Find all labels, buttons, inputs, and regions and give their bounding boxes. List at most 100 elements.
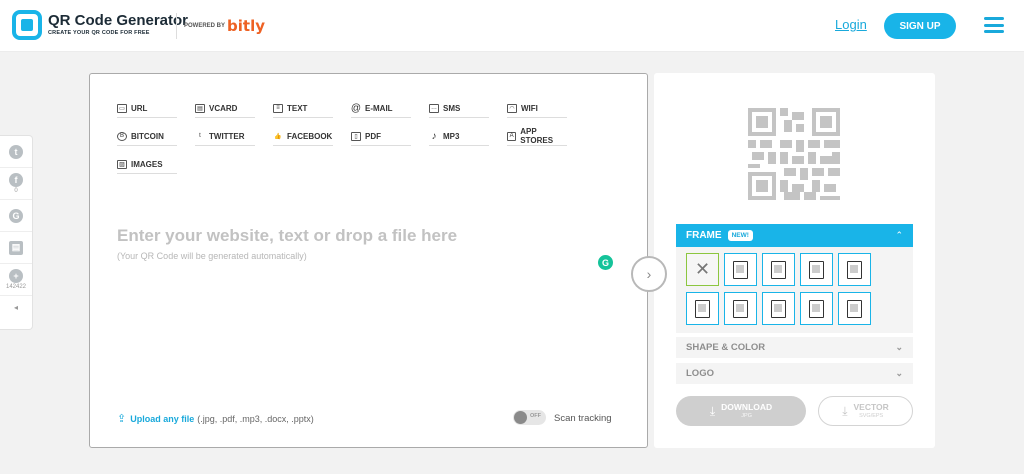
- app-store-icon: A: [507, 131, 517, 141]
- frame-thumbnail-icon: [771, 260, 786, 279]
- bitcoin-icon: B: [117, 131, 127, 141]
- frame-thumbnail-icon: [695, 299, 710, 318]
- login-link[interactable]: Login: [835, 17, 867, 32]
- tab-label: FACEBOOK: [287, 131, 333, 141]
- upload-icon: ⇪: [117, 413, 127, 425]
- image-icon: ▨: [117, 159, 127, 169]
- download-vector-button[interactable]: ⤓ VECTOR SVG/EPS: [818, 396, 913, 426]
- share-twitter-button[interactable]: t: [0, 136, 32, 168]
- scan-tracking-label: Scan tracking: [554, 413, 612, 424]
- tab-pdf[interactable]: ▯ PDF: [351, 127, 411, 146]
- download-jpg-button[interactable]: ⤓ DOWNLOAD JPG: [676, 396, 806, 426]
- tab-images[interactable]: ▨ IMAGES: [117, 155, 177, 174]
- collapse-share-button[interactable]: ◂: [0, 296, 32, 318]
- upload-formats: (.jpg, .pdf, .mp3, .docx, .pptx): [197, 413, 314, 424]
- frame-title: FRAME: [686, 230, 722, 241]
- tab-wifi[interactable]: ◠ WIFI: [507, 99, 567, 118]
- scan-tracking-toggle[interactable]: OFF: [513, 410, 546, 425]
- frame-thumbnail-icon: [771, 299, 786, 318]
- frame-option[interactable]: [762, 253, 795, 286]
- grammarly-icon[interactable]: G: [598, 255, 613, 270]
- frame-option[interactable]: [800, 292, 833, 325]
- facebook-share-count: 0: [14, 188, 18, 194]
- chevron-down-icon: ⌄: [895, 342, 903, 352]
- twitter-icon: t: [9, 144, 23, 159]
- tab-label: VCARD: [209, 103, 238, 113]
- email-icon: @: [350, 102, 362, 114]
- bitly-logo: bitly: [227, 17, 265, 35]
- qr-code-preview: [748, 108, 840, 200]
- logo-subtitle: CREATE YOUR QR CODE FOR FREE: [48, 30, 150, 37]
- tab-label: E-MAIL: [365, 103, 393, 113]
- google-icon: G: [9, 208, 23, 223]
- tab-app-stores[interactable]: A APP STORES: [507, 127, 567, 146]
- powered-by-bitly[interactable]: POWERED BY bitly: [176, 13, 265, 39]
- twitter-icon: t: [199, 133, 201, 139]
- tab-facebook[interactable]: 👍 FACEBOOK: [273, 127, 333, 146]
- tab-label: BITCOIN: [131, 131, 164, 141]
- signup-button[interactable]: SIGN UP: [884, 13, 956, 39]
- print-button[interactable]: ▤: [0, 232, 32, 264]
- qr-preview-panel: FRAME NEW! ⌃ ✕ SHAPE & COLOR ⌄ LOGO ⌄ ⤓ …: [654, 73, 935, 448]
- frame-thumbnail-icon: [809, 299, 824, 318]
- facebook-like-icon: 👍: [274, 133, 282, 140]
- frame-option[interactable]: [838, 253, 871, 286]
- content-input-placeholder[interactable]: Enter your website, text or drop a file …: [117, 226, 457, 246]
- download-format: JPG: [741, 412, 752, 419]
- frame-option-none[interactable]: ✕: [686, 253, 719, 286]
- frame-options: ✕: [676, 247, 913, 333]
- chevron-down-icon: ⌄: [895, 368, 903, 378]
- tab-label: TEXT: [287, 103, 308, 113]
- text-icon: ≡: [273, 103, 283, 113]
- sms-icon: …: [429, 103, 439, 113]
- tab-url[interactable]: ▭ URL: [117, 99, 177, 118]
- qr-logo-icon: [12, 10, 42, 40]
- frame-section-header[interactable]: FRAME NEW! ⌃: [676, 224, 913, 247]
- tab-sms[interactable]: … SMS: [429, 99, 489, 118]
- frame-option[interactable]: [724, 253, 757, 286]
- frame-thumbnail-icon: [733, 260, 748, 279]
- site-logo[interactable]: QR Code Generator CREATE YOUR QR CODE FO…: [12, 10, 188, 40]
- total-share-count: 142422: [5, 284, 27, 290]
- tab-vcard[interactable]: ▤ VCARD: [195, 99, 255, 118]
- logo-section-title: LOGO: [686, 368, 714, 379]
- upload-file-link[interactable]: Upload any file: [130, 414, 194, 424]
- share-google-button[interactable]: G: [0, 200, 32, 232]
- share-more-button[interactable]: + 142422: [0, 264, 32, 296]
- tab-bitcoin[interactable]: B BITCOIN: [117, 127, 177, 146]
- music-icon: ♪: [431, 130, 437, 142]
- tab-mp3[interactable]: ♪ MP3: [429, 127, 489, 146]
- wifi-icon: ◠: [507, 103, 517, 113]
- frame-option[interactable]: [800, 253, 833, 286]
- frame-thumbnail-icon: [847, 299, 862, 318]
- pdf-icon: ▯: [351, 131, 361, 141]
- next-step-button[interactable]: ›: [631, 256, 667, 292]
- frame-option[interactable]: [762, 292, 795, 325]
- url-icon: ▭: [117, 103, 127, 113]
- frame-option[interactable]: [838, 292, 871, 325]
- logo-section-header[interactable]: LOGO ⌄: [676, 363, 913, 384]
- share-facebook-button[interactable]: f 0: [0, 168, 32, 200]
- toggle-knob: [514, 411, 527, 424]
- frame-option[interactable]: [686, 292, 719, 325]
- frame-option[interactable]: [724, 292, 757, 325]
- powered-by-label: POWERED BY: [184, 23, 226, 29]
- tab-label: APP STORES: [520, 127, 554, 145]
- shape-color-title: SHAPE & COLOR: [686, 342, 766, 353]
- tab-email[interactable]: @ E-MAIL: [351, 99, 411, 118]
- frame-thumbnail-icon: [809, 260, 824, 279]
- frame-thumbnail-icon: [733, 299, 748, 318]
- logo-title: QR Code Generator: [48, 12, 189, 30]
- tab-label: PDF: [365, 131, 381, 141]
- content-input-panel: ▭ URL ▤ VCARD ≡ TEXT @ E-MAIL … SMS ◠ WIFI B BI…: [89, 73, 648, 448]
- hamburger-menu-icon[interactable]: [984, 17, 1004, 33]
- upload-file-area[interactable]: ⇪ Upload any file (.jpg, .pdf, .mp3, .do…: [117, 412, 314, 425]
- toggle-state-label: OFF: [530, 413, 541, 419]
- tab-label: WIFI: [521, 103, 538, 113]
- shape-color-section-header[interactable]: SHAPE & COLOR ⌄: [676, 337, 913, 358]
- close-icon: ✕: [694, 259, 711, 279]
- tab-twitter[interactable]: t TWITTER: [195, 127, 255, 146]
- tab-text[interactable]: ≡ TEXT: [273, 99, 333, 118]
- share-sidebar: t f 0 G ▤ + 142422 ◂: [0, 135, 33, 330]
- tab-label: MP3: [443, 131, 460, 141]
